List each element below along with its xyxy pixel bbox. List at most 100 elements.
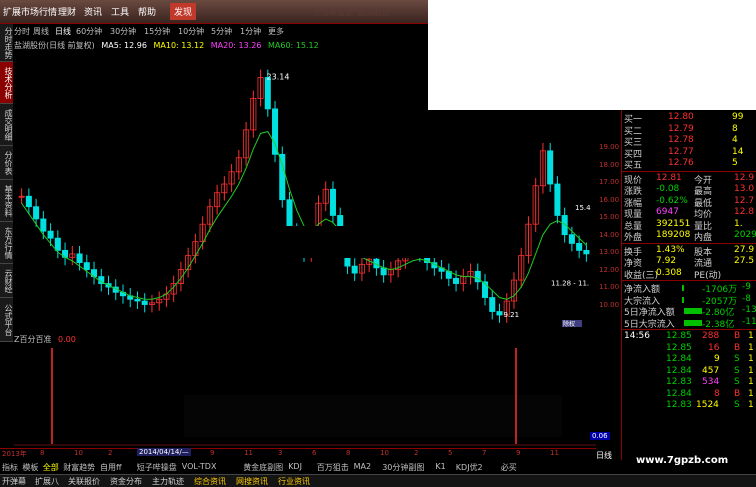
indicator-tab[interactable]: MA2 bbox=[354, 462, 371, 471]
indicator-tab[interactable]: 短子哔操盘 bbox=[137, 462, 177, 473]
indicator-tab[interactable]: 全部 bbox=[43, 462, 59, 473]
info-row[interactable]: 收益(三) 0.308 PE(动) bbox=[622, 268, 756, 281]
tab-formula[interactable]: 公式平台 bbox=[0, 298, 13, 342]
info-row-cell: 27.9 bbox=[734, 244, 755, 255]
date-tick: 7 bbox=[482, 449, 487, 457]
price-axis: 19.00 18.00 17.00 16.00 15.00 14.00 13.00 12.00… bbox=[597, 52, 621, 327]
lower-indicator-chart[interactable] bbox=[14, 344, 596, 446]
quote-separator bbox=[622, 280, 756, 281]
bid-row[interactable]: 买一 12.80 99 bbox=[622, 112, 756, 125]
stat-row-cell: 189208 bbox=[656, 230, 691, 240]
date-tick: 5 bbox=[448, 449, 453, 457]
bid-row-cell: 12.78 bbox=[668, 135, 694, 145]
status-bar-item[interactable]: 关联报价 bbox=[68, 476, 100, 487]
stat-row[interactable]: 外盘 189208内盘 20294 bbox=[622, 230, 756, 243]
tab-price-table[interactable]: 分价表 bbox=[0, 146, 13, 180]
period-week[interactable]: 周线 bbox=[33, 26, 49, 37]
indicator-tab[interactable]: 指标 bbox=[2, 462, 18, 473]
flow-row[interactable]: 大宗流入 -2057万 -8 bbox=[622, 294, 756, 307]
indicator-tab[interactable]: 自用ff bbox=[100, 462, 122, 473]
period-more[interactable]: 更多 bbox=[268, 26, 284, 37]
candlestick-chart[interactable]: 23.14 9.21 15.4 11.28 - 11. 除权 bbox=[14, 52, 596, 327]
stat-row[interactable]: 现价 12.81 今开 12.9 bbox=[622, 173, 756, 186]
stat-row[interactable]: 涨幅 -0.62% 最低 12.7 bbox=[622, 195, 756, 209]
stat-row[interactable]: 现量 6947 均价 12.8 bbox=[622, 207, 756, 220]
tick-row[interactable]: 12.84 8 B 1 bbox=[622, 389, 756, 400]
tick-row-cell: S bbox=[734, 400, 740, 410]
status-bar-item[interactable]: 开弹幕 bbox=[2, 476, 26, 487]
period-30min[interactable]: 30分钟 bbox=[110, 26, 136, 37]
period-1min[interactable]: 1分钟 bbox=[240, 26, 261, 37]
indicator-tab[interactable]: 财富趋势 bbox=[63, 462, 95, 473]
date-tick: 3 bbox=[278, 449, 283, 457]
flow-row[interactable]: 5日净流入额 -2.80亿 -13 bbox=[622, 305, 756, 318]
stat-row[interactable]: 涨跌 -0.08 最高 13.0 bbox=[622, 184, 756, 197]
status-bar-item[interactable]: 综合资讯 bbox=[194, 476, 226, 487]
bid-row-cell: 12.80 bbox=[668, 112, 694, 122]
flow-row-cell: -11 bbox=[742, 316, 756, 327]
flow-row[interactable]: 净流入额 -1706万 -9 bbox=[622, 282, 756, 295]
stat-row[interactable]: 总量 392151 量比 1. bbox=[622, 219, 756, 232]
candle-body bbox=[489, 297, 496, 312]
period-intraday[interactable]: 分时 bbox=[14, 26, 30, 37]
indicator-tab[interactable]: K1 bbox=[435, 462, 445, 471]
tab-east-market[interactable]: 东方行情 bbox=[0, 222, 13, 264]
tab-deals[interactable]: 成交明细 bbox=[0, 104, 13, 146]
bid-row[interactable]: 买五 12.76 5 bbox=[622, 158, 756, 171]
tab-cloud-finance[interactable]: 云财经 bbox=[0, 264, 13, 298]
menu-discover[interactable]: 发现 bbox=[170, 3, 197, 20]
masked-region-2 bbox=[245, 226, 510, 258]
period-day[interactable]: 日线 bbox=[55, 26, 71, 37]
period-60min[interactable]: 60分钟 bbox=[76, 26, 102, 37]
indicator-tab[interactable]: VOL-TDX bbox=[182, 462, 217, 471]
indicator-tab[interactable]: KDJ bbox=[288, 462, 302, 471]
tab-basic-info[interactable]: 基本资料 bbox=[0, 180, 13, 222]
bid-row[interactable]: 买三 12.78 4 bbox=[622, 135, 756, 148]
tick-row-cell: 288 bbox=[702, 331, 720, 341]
tick-row-cell: 1 bbox=[748, 388, 754, 399]
stat-row-cell: 12.7 bbox=[734, 195, 755, 206]
menu-market[interactable]: 扩展市场行情 bbox=[3, 5, 57, 18]
indicator-tab[interactable]: KDJ优2 bbox=[456, 462, 483, 473]
menu-help[interactable]: 帮助 bbox=[138, 5, 156, 18]
bid-row[interactable]: 买四 12.77 14 bbox=[622, 147, 756, 160]
status-bar-item[interactable]: 主力轨迹 bbox=[152, 476, 184, 487]
period-15min[interactable]: 15分钟 bbox=[144, 26, 170, 37]
tick-row[interactable]: 12.84 457 S 1 bbox=[622, 366, 756, 377]
status-bar-item[interactable]: 网搜资讯 bbox=[236, 476, 268, 487]
info-row[interactable]: 净资 7.92 流通 27.5 bbox=[622, 256, 756, 269]
flow-row[interactable]: 5日大宗流入 -2.38亿 -11 bbox=[622, 316, 756, 330]
indicator-tab[interactable]: 30分钟副图 bbox=[382, 462, 424, 473]
tab-technical[interactable]: 技术分析 bbox=[0, 62, 13, 104]
tab-intraday[interactable]: 分时走势 bbox=[0, 24, 13, 62]
tick-row[interactable]: 14:56 12.85 288 B 1 bbox=[622, 331, 756, 342]
tick-row[interactable]: 12.84 9 S 1 bbox=[622, 354, 756, 365]
tick-row[interactable]: 12.83 1524 S 1 bbox=[622, 400, 756, 411]
bid-row-cell: 买五 bbox=[624, 161, 643, 171]
lower-right-value: 0.06 bbox=[590, 432, 610, 440]
indicator-tab[interactable]: 必买 bbox=[501, 462, 517, 473]
bid-row[interactable]: 买二 12.79 8 bbox=[622, 124, 756, 137]
tick-row-cell: S bbox=[734, 365, 740, 376]
period-10min[interactable]: 10分钟 bbox=[178, 26, 204, 37]
menu-news[interactable]: 资讯 bbox=[84, 5, 102, 18]
candle-body bbox=[453, 277, 460, 284]
candle-body bbox=[496, 311, 503, 316]
info-row[interactable]: 换手 1.43% 股本 27.9 bbox=[622, 244, 756, 258]
indicator-tab[interactable]: 模板 bbox=[22, 462, 38, 473]
menu-tools[interactable]: 工具 bbox=[111, 5, 129, 18]
indicator-tab[interactable]: 黄金底副图 bbox=[243, 462, 283, 473]
info-row-cell: PE(动) bbox=[694, 270, 722, 281]
stat-row-cell: 12.8 bbox=[734, 207, 755, 217]
candle-body bbox=[279, 153, 286, 201]
tick-row[interactable]: 12.83 534 S 1 bbox=[622, 377, 756, 388]
status-bar-item[interactable]: 行业资讯 bbox=[278, 476, 310, 487]
indicator-tab[interactable]: 百万狙击 bbox=[317, 462, 349, 473]
tick-row[interactable]: 12.85 16 B 1 bbox=[622, 343, 756, 354]
status-bar-item[interactable]: 扩展八 bbox=[35, 476, 59, 487]
price-tick: 13.00 bbox=[599, 248, 620, 257]
status-bar-item[interactable]: 资金分布 bbox=[110, 476, 142, 487]
period-5min[interactable]: 5分钟 bbox=[211, 26, 232, 37]
menu-finance[interactable]: 理财 bbox=[58, 5, 76, 18]
date-tick: 9 bbox=[516, 449, 521, 457]
